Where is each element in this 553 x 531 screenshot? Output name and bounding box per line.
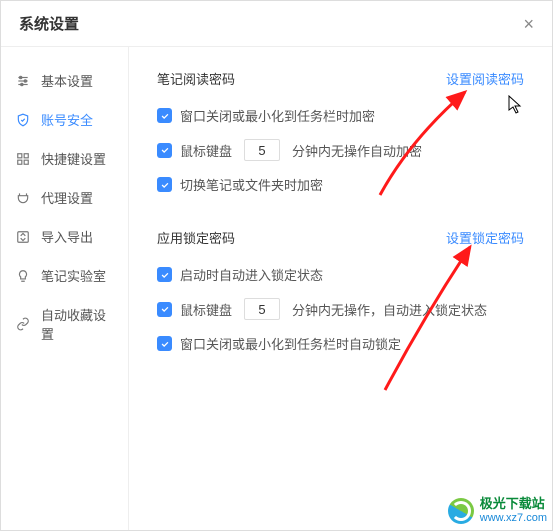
link-icon xyxy=(15,316,31,332)
watermark: 极光下载站 www.xz7.com xyxy=(448,497,547,525)
watermark-text: 极光下载站 www.xz7.com xyxy=(480,497,547,525)
plug-icon xyxy=(15,190,31,206)
option-row: 切换笔记或文件夹时加密 xyxy=(157,175,524,194)
sidebar-item-lab[interactable]: 笔记实验室 xyxy=(1,256,128,295)
section-header: 应用锁定密码 设置锁定密码 xyxy=(157,228,524,247)
option-label: 窗口关闭或最小化到任务栏时自动锁定 xyxy=(180,334,401,353)
section-header: 笔记阅读密码 设置阅读密码 xyxy=(157,69,524,88)
content: 笔记阅读密码 设置阅读密码 窗口关闭或最小化到任务栏时加密 鼠标键盘 分钟内无操… xyxy=(129,47,552,530)
sidebar-item-label: 快捷键设置 xyxy=(41,149,106,168)
transfer-icon xyxy=(15,229,31,245)
shield-icon xyxy=(15,112,31,128)
option-label-pre: 鼠标键盘 xyxy=(180,300,232,319)
sidebar-item-auto-collect[interactable]: 自动收藏设置 xyxy=(1,295,128,353)
set-lock-password-link[interactable]: 设置锁定密码 xyxy=(446,228,524,247)
option-row: 窗口关闭或最小化到任务栏时自动锁定 xyxy=(157,334,524,353)
checkbox[interactable] xyxy=(157,302,172,317)
sidebar-item-proxy[interactable]: 代理设置 xyxy=(1,178,128,217)
section-title: 笔记阅读密码 xyxy=(157,69,235,88)
section-title: 应用锁定密码 xyxy=(157,228,235,247)
section-lock-password: 应用锁定密码 设置锁定密码 启动时自动进入锁定状态 鼠标键盘 分钟内无操作，自动… xyxy=(157,228,524,353)
watermark-name: 极光下载站 xyxy=(480,497,547,512)
sidebar-item-shortcut[interactable]: 快捷键设置 xyxy=(1,139,128,178)
sidebar-item-security[interactable]: 账号安全 xyxy=(1,100,128,139)
close-icon[interactable]: × xyxy=(523,15,534,33)
settings-window: 系统设置 × 基本设置 账号安全 快捷键设置 代理设置 导入导出 xyxy=(0,0,553,531)
checkbox[interactable] xyxy=(157,177,172,192)
minutes-input[interactable] xyxy=(244,139,280,161)
sidebar-item-label: 代理设置 xyxy=(41,188,93,207)
keyboard-icon xyxy=(15,151,31,167)
titlebar: 系统设置 × xyxy=(1,1,552,47)
sidebar-item-label: 导入导出 xyxy=(41,227,93,246)
option-label: 切换笔记或文件夹时加密 xyxy=(180,175,323,194)
sidebar-item-label: 基本设置 xyxy=(41,71,93,90)
sidebar: 基本设置 账号安全 快捷键设置 代理设置 导入导出 笔记实验室 xyxy=(1,47,129,530)
bulb-icon xyxy=(15,268,31,284)
option-row: 启动时自动进入锁定状态 xyxy=(157,265,524,284)
body: 基本设置 账号安全 快捷键设置 代理设置 导入导出 笔记实验室 xyxy=(1,47,552,530)
option-label: 启动时自动进入锁定状态 xyxy=(180,265,323,284)
sidebar-item-import-export[interactable]: 导入导出 xyxy=(1,217,128,256)
checkbox[interactable] xyxy=(157,108,172,123)
option-label-pre: 鼠标键盘 xyxy=(180,141,232,160)
option-row: 窗口关闭或最小化到任务栏时加密 xyxy=(157,106,524,125)
option-label-post: 分钟内无操作，自动进入锁定状态 xyxy=(292,300,487,319)
option-label: 窗口关闭或最小化到任务栏时加密 xyxy=(180,106,375,125)
checkbox[interactable] xyxy=(157,267,172,282)
watermark-url: www.xz7.com xyxy=(480,512,547,525)
option-label-post: 分钟内无操作自动加密 xyxy=(292,141,422,160)
set-read-password-link[interactable]: 设置阅读密码 xyxy=(446,69,524,88)
sidebar-item-label: 自动收藏设置 xyxy=(41,305,114,343)
minutes-input[interactable] xyxy=(244,298,280,320)
sidebar-item-label: 账号安全 xyxy=(41,110,93,129)
section-read-password: 笔记阅读密码 设置阅读密码 窗口关闭或最小化到任务栏时加密 鼠标键盘 分钟内无操… xyxy=(157,69,524,194)
checkbox[interactable] xyxy=(157,336,172,351)
watermark-logo-icon xyxy=(448,498,474,524)
window-title: 系统设置 xyxy=(19,13,79,34)
sidebar-item-basic[interactable]: 基本设置 xyxy=(1,61,128,100)
checkbox[interactable] xyxy=(157,143,172,158)
sidebar-item-label: 笔记实验室 xyxy=(41,266,106,285)
option-row: 鼠标键盘 分钟内无操作自动加密 xyxy=(157,139,524,161)
sliders-icon xyxy=(15,73,31,89)
option-row: 鼠标键盘 分钟内无操作，自动进入锁定状态 xyxy=(157,298,524,320)
